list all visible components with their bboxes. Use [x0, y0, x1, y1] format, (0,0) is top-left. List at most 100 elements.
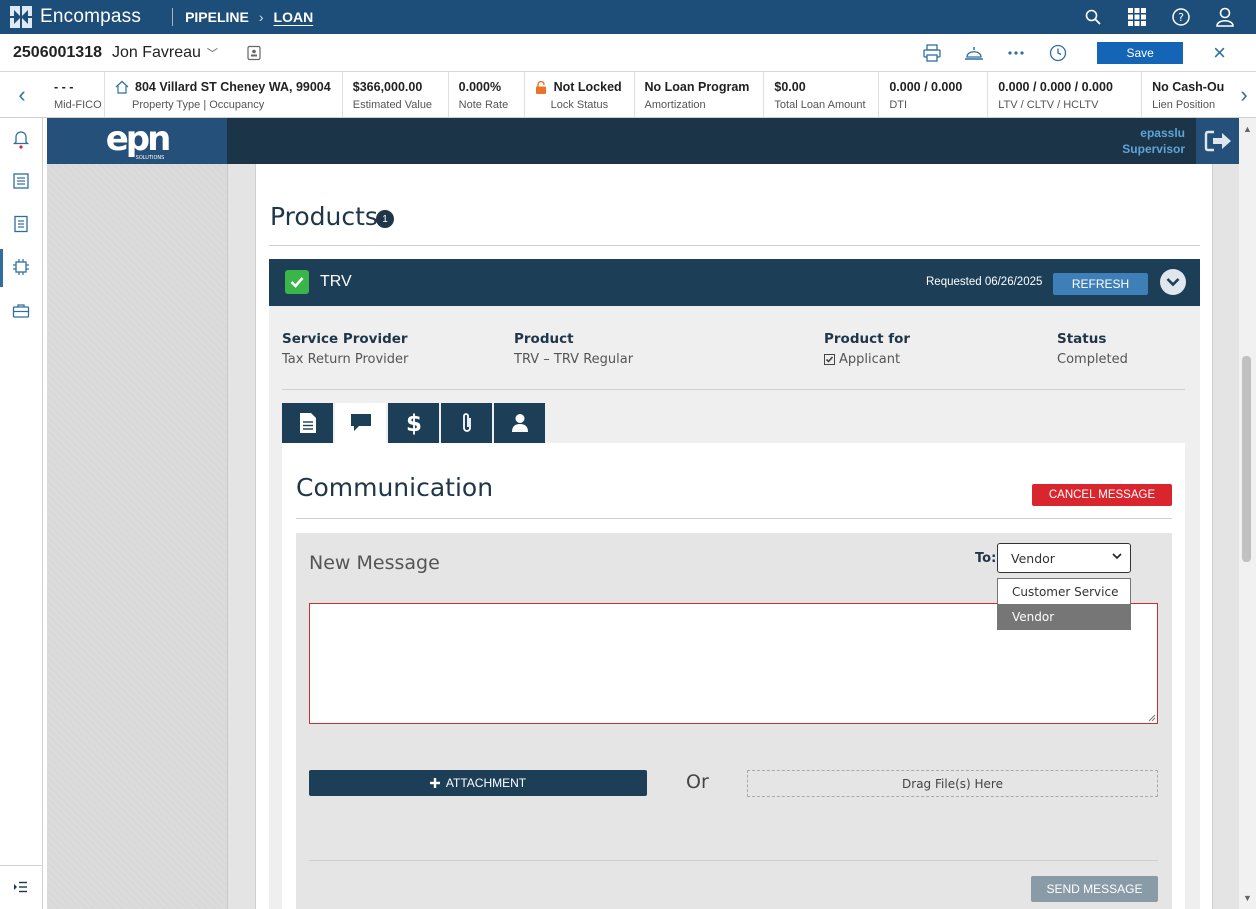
refresh-button[interactable]: REFRESH	[1053, 273, 1148, 295]
checkmark-icon	[285, 270, 309, 294]
contact-card-icon[interactable]	[246, 45, 262, 61]
summary-value: 0.000 / 0.000 / 0.000	[998, 80, 1113, 94]
nav-loan-link[interactable]: LOAN	[274, 9, 314, 25]
product-body: Service Provider Tax Return Provider Pro…	[269, 306, 1200, 909]
recipient-select[interactable]: Vendor	[997, 543, 1131, 573]
tab-documents[interactable]	[282, 403, 333, 443]
service-bell-icon[interactable]	[963, 42, 985, 64]
product-info: Product TRV – TRV Regular	[514, 331, 633, 367]
chevron-down-icon[interactable]: ﹀	[207, 45, 218, 61]
service-provider-info: Service Provider Tax Return Provider	[282, 331, 408, 367]
nav-divider	[172, 8, 174, 26]
summary-value: $0.00	[774, 80, 806, 94]
epn-header: epn SOLUTIONS epasslu Supervisor	[47, 118, 1239, 164]
svg-text:SOLUTIONS: SOLUTIONS	[136, 155, 165, 161]
home-icon	[115, 80, 129, 94]
chevron-right-icon: ›	[258, 9, 264, 25]
option-customer-service[interactable]: Customer Service	[998, 579, 1130, 604]
logout-icon[interactable]	[1196, 118, 1239, 164]
epn-frame: epn SOLUTIONS epasslu Supervisor Product…	[47, 118, 1239, 909]
summary-item-ltv: 0.000 / 0.000 / 0.000 LTV / CLTV / HCLTV	[988, 72, 1143, 117]
chevron-down-icon	[1112, 552, 1122, 563]
summary-value: 0.000 / 0.000	[889, 80, 963, 94]
briefcase-icon[interactable]	[11, 301, 31, 321]
active-indicator	[0, 249, 3, 287]
help-icon[interactable]: ?	[1170, 6, 1192, 28]
file-drop-zone[interactable]: Drag File(s) Here	[747, 770, 1158, 797]
document-list-icon[interactable]	[11, 171, 31, 191]
to-label: To:	[975, 551, 997, 566]
summary-label: Note Rate	[458, 99, 509, 111]
summary-item-property[interactable]: 804 Villard ST Cheney WA, 99004 Property…	[105, 72, 343, 117]
apps-grid-icon[interactable]	[1126, 6, 1148, 28]
scroll-up-icon[interactable]: ▲	[1243, 124, 1252, 134]
cancel-message-button[interactable]: CANCEL MESSAGE	[1032, 484, 1172, 506]
chevron-left-icon[interactable]: ‹	[0, 72, 44, 117]
scroll-down-icon[interactable]: ▼	[1243, 893, 1252, 903]
service-provider-value: Tax Return Provider	[282, 352, 409, 367]
brand-name: Encompass	[40, 6, 142, 27]
history-clock-icon[interactable]	[1047, 42, 1069, 64]
tab-contacts[interactable]	[494, 403, 545, 443]
tab-attachments[interactable]	[441, 403, 492, 443]
communication-title: Communication	[296, 473, 494, 502]
divider	[296, 518, 1172, 519]
save-button[interactable]: Save	[1097, 42, 1184, 64]
user-icon[interactable]	[1214, 6, 1236, 28]
summary-label: Lien Position	[1152, 99, 1216, 111]
print-icon[interactable]	[921, 42, 943, 64]
epn-left-panel	[47, 164, 228, 909]
services-chip-icon[interactable]	[11, 257, 31, 277]
bell-alert-icon[interactable]	[11, 129, 31, 149]
status-label: Status	[1057, 331, 1107, 347]
divider	[269, 245, 1200, 246]
attachment-button[interactable]: ATTACHMENT	[309, 770, 647, 796]
communication-panel: Communication CANCEL MESSAGE New Message…	[282, 443, 1185, 909]
send-message-button[interactable]: SEND MESSAGE	[1031, 876, 1158, 902]
forms-icon[interactable]	[11, 214, 31, 234]
summary-item-total-loan: $0.00 Total Loan Amount	[764, 72, 880, 117]
svg-text:$: $	[406, 411, 422, 435]
summary-item-estimated-value: $366,000.00 Estimated Value	[343, 72, 449, 117]
product-label: Product	[514, 331, 574, 347]
chevron-down-icon[interactable]	[1160, 269, 1186, 295]
brand[interactable]: Encompass	[0, 6, 141, 28]
epn-role: Supervisor	[1122, 142, 1185, 156]
epn-logo: epn SOLUTIONS	[47, 118, 227, 164]
checkbox-checked-icon	[824, 354, 835, 365]
borrower-name[interactable]: Jon Favreau	[112, 44, 201, 62]
epn-username: epasslu	[1140, 126, 1185, 140]
search-icon[interactable]	[1082, 6, 1104, 28]
more-icon[interactable]	[1005, 42, 1027, 64]
chevron-right-icon[interactable]: ›	[1232, 72, 1256, 117]
tab-billing[interactable]: $	[388, 403, 439, 443]
close-icon[interactable]: ×	[1213, 42, 1226, 64]
product-name: TRV	[320, 273, 352, 290]
summary-value: $366,000.00	[352, 80, 423, 94]
product-header: TRV Requested 06/26/2025 REFRESH	[269, 259, 1200, 306]
summary-label: Mid-FICO	[54, 99, 102, 111]
rail-divider	[0, 865, 43, 866]
products-title: Products	[270, 202, 378, 231]
summary-item-lock-status[interactable]: Not Locked Lock Status	[525, 72, 635, 117]
nav-pipeline-link[interactable]: PIPELINE	[185, 9, 249, 25]
summary-value: 804 Villard ST Cheney WA, 99004	[135, 80, 331, 94]
option-vendor[interactable]: Vendor	[998, 604, 1130, 629]
plus-icon	[429, 778, 440, 788]
lock-icon	[535, 80, 547, 94]
loan-summary-bar: ‹ - - - Mid-FICO 804 Villard ST Cheney W…	[0, 72, 1256, 118]
summary-item-amortization: No Loan Program Amortization	[635, 72, 765, 117]
loan-number: 2506001318	[13, 43, 102, 61]
tab-communication[interactable]	[335, 403, 386, 443]
epn-user-info: epasslu Supervisor	[1122, 125, 1185, 157]
new-message-heading: New Message	[309, 552, 440, 574]
scrollbar-thumb[interactable]	[1242, 356, 1251, 562]
recipient-select-value: Vendor	[1011, 550, 1055, 566]
expand-menu-icon[interactable]	[11, 877, 31, 897]
products-count-badge: 1	[376, 210, 394, 228]
vertical-scrollbar[interactable]: ▲ ▼	[1239, 118, 1256, 909]
new-message-form: New Message To: Vendor Customer Service …	[296, 533, 1172, 909]
summary-item-fico: - - - Mid-FICO	[44, 72, 105, 117]
svg-text:epn: epn	[106, 121, 169, 159]
summary-label: Lock Status	[550, 99, 609, 111]
